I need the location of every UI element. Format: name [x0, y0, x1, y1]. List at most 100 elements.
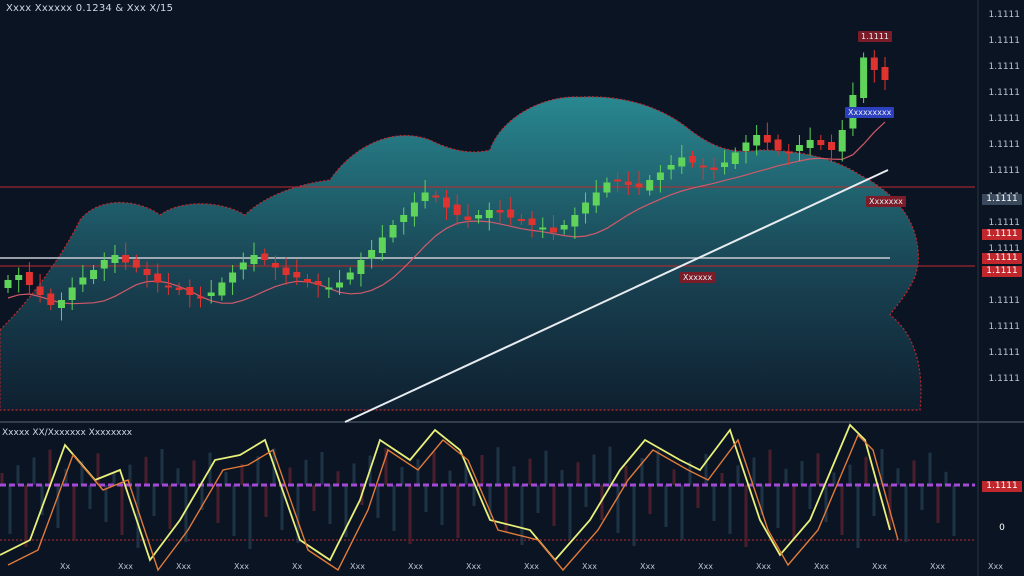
- candle-bearish: [528, 218, 536, 225]
- time-axis-label: Xxx: [466, 562, 481, 571]
- candle-bearish: [614, 179, 622, 182]
- price-axis-label: 1.1111: [988, 218, 1021, 228]
- candle-bearish: [828, 142, 836, 150]
- time-axis-label: Xxx: [988, 562, 1003, 571]
- candle-bearish: [154, 273, 162, 283]
- time-axis-label: Xxx: [524, 562, 539, 571]
- time-axis-label: Xxx: [234, 562, 249, 571]
- candle-bullish: [325, 287, 333, 290]
- candle-bearish: [517, 219, 525, 221]
- candle-bullish: [603, 182, 611, 193]
- candle-bearish: [699, 165, 707, 168]
- time-axis-label: Xx: [292, 562, 303, 571]
- candle-bullish: [336, 282, 344, 288]
- candle-bearish: [122, 255, 130, 263]
- candle-bearish: [817, 140, 825, 145]
- price-axis-label: 1.1111: [988, 36, 1021, 46]
- price-axis-label: 1.1111: [988, 140, 1021, 150]
- time-axis-label: Xxx: [350, 562, 365, 571]
- candle-bullish: [90, 270, 98, 279]
- candle-bearish: [507, 209, 515, 218]
- osc-value-tag: 0: [982, 523, 1022, 534]
- candle-bearish: [870, 57, 878, 70]
- trading-chart[interactable]: [0, 0, 1024, 576]
- candle-bullish: [229, 272, 237, 283]
- candle-bullish: [592, 192, 600, 206]
- chart-annotation-tag: Xxxxxxx: [866, 196, 906, 207]
- symbol-header: Xxxx Xxxxxx 0.1234 & Xxx X/15: [6, 3, 174, 14]
- candle-bullish: [539, 227, 547, 230]
- candle-bullish: [4, 280, 12, 288]
- candle-bullish: [582, 202, 590, 214]
- candle-bearish: [132, 259, 140, 268]
- candle-bearish: [314, 281, 322, 285]
- candle-bullish: [239, 262, 247, 270]
- time-axis-label: Xxx: [756, 562, 771, 571]
- candle-bullish: [485, 210, 493, 218]
- candle-bullish: [742, 142, 750, 151]
- oscillator-title: Xxxxx XX/Xxxxxxx Xxxxxxxx: [2, 428, 133, 438]
- candle-bullish: [68, 287, 76, 300]
- price-tag: 1.1111: [982, 194, 1022, 205]
- price-axis-label: 1.1111: [988, 114, 1021, 124]
- candle-bullish: [753, 135, 761, 146]
- candle-bearish: [143, 269, 151, 275]
- price-axis-label: 1.1111: [988, 322, 1021, 332]
- candle-bullish: [389, 225, 397, 238]
- candle-bullish: [111, 255, 119, 263]
- candle-bearish: [197, 296, 205, 299]
- candle-bullish: [410, 202, 418, 217]
- candle-bullish: [79, 277, 87, 285]
- time-axis-label: Xxx: [176, 562, 191, 571]
- candle-bearish: [635, 183, 643, 188]
- candle-bearish: [271, 263, 279, 268]
- time-axis-label: Xx: [60, 562, 71, 571]
- candle-bearish: [164, 285, 172, 288]
- candle-bullish: [368, 250, 376, 259]
- candle-bullish: [378, 237, 386, 253]
- candle-bearish: [453, 204, 461, 215]
- osc-value-tag: 1.1111: [982, 481, 1022, 492]
- candle-bearish: [774, 139, 782, 150]
- candle-bearish: [688, 156, 696, 163]
- candle-bearish: [303, 279, 311, 283]
- price-axis-label: 1.1111: [988, 88, 1021, 98]
- time-axis-label: Xxx: [698, 562, 713, 571]
- candle-bearish: [36, 286, 44, 295]
- candle-bearish: [881, 67, 889, 80]
- chart-annotation-tag: Xxxxxx: [680, 272, 716, 283]
- chart-annotation-tag: 1.1111: [858, 31, 892, 42]
- candle-bearish: [261, 253, 269, 260]
- time-axis-label: Xxx: [582, 562, 597, 571]
- time-axis-label: Xxx: [930, 562, 945, 571]
- price-tag: 1.1111: [982, 266, 1022, 277]
- price-axis-label: 1.1111: [988, 62, 1021, 72]
- price-axis-label: 1.1111: [988, 166, 1021, 176]
- candle-bullish: [646, 180, 654, 191]
- chart-annotation-tag: Xxxxxxxxx: [845, 107, 895, 118]
- candle-bullish: [678, 157, 686, 167]
- time-axis-label: Xxx: [118, 562, 133, 571]
- candle-bearish: [443, 197, 450, 208]
- candle-bearish: [432, 195, 440, 198]
- candle-bearish: [25, 272, 33, 285]
- candle-bullish: [57, 300, 65, 308]
- candle-bearish: [785, 151, 793, 154]
- candle-bullish: [806, 140, 814, 148]
- candle-bullish: [218, 282, 226, 296]
- candle-bullish: [475, 215, 483, 219]
- candle-bearish: [175, 287, 183, 290]
- price-axis-label: 1.1111: [988, 296, 1021, 306]
- candle-bullish: [860, 57, 868, 98]
- price-tag: 1.1111: [982, 229, 1022, 240]
- candle-bullish: [571, 215, 579, 227]
- candle-bullish: [400, 215, 408, 222]
- time-axis-label: Xxx: [814, 562, 829, 571]
- candle-bearish: [186, 287, 194, 295]
- time-axis-label: Xxx: [640, 562, 655, 571]
- candle-bearish: [496, 210, 504, 213]
- price-axis-label: 1.1111: [988, 348, 1021, 358]
- candle-bullish: [250, 255, 258, 264]
- candle-bearish: [293, 272, 301, 278]
- time-axis-label: Xxx: [408, 562, 423, 571]
